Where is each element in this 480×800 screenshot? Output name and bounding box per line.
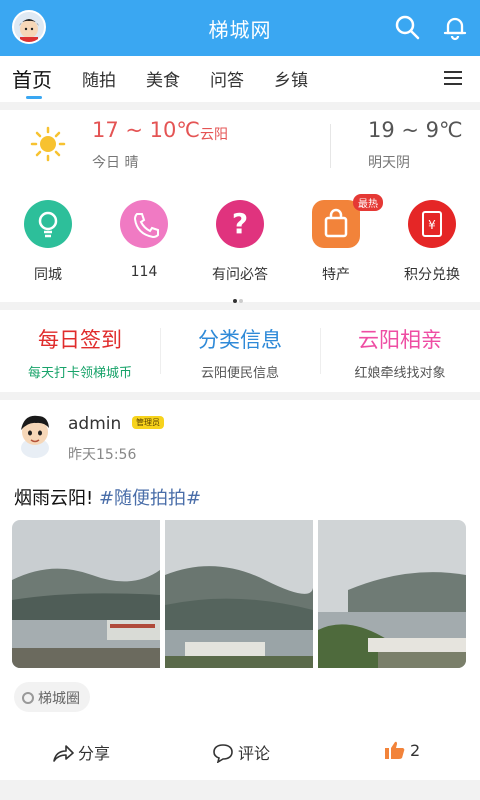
lightbulb-icon: [24, 200, 72, 248]
weather-divider: [330, 124, 331, 168]
share-button[interactable]: 分享: [52, 740, 110, 764]
menu-icon[interactable]: [444, 70, 464, 86]
service-title: 每日签到: [38, 328, 122, 352]
weather-city: 云阳: [200, 127, 228, 143]
shortcut-label: 有问必答: [212, 267, 268, 283]
service-entries: 每日签到 每天打卡领梯城币 分类信息 云阳便民信息 云阳相亲 红娘牵线找对象: [0, 310, 480, 392]
classified-info[interactable]: 分类信息 云阳便民信息: [160, 324, 320, 381]
category-tabs: 首页 随拍 美食 问答 乡镇: [0, 56, 480, 102]
tab-food[interactable]: 美食: [146, 66, 180, 91]
shortcut-qa[interactable]: ? 有问必答: [200, 200, 280, 284]
author-avatar[interactable]: [14, 410, 56, 458]
circle-icon: [22, 692, 34, 704]
comment-label: 评论: [238, 744, 271, 763]
shortcut-label: 同城: [34, 267, 62, 283]
shortcut-points[interactable]: ¥ 积分兑换: [392, 200, 472, 284]
active-tab-indicator: [26, 96, 42, 99]
daily-checkin[interactable]: 每日签到 每天打卡领梯城币: [0, 324, 160, 381]
hot-badge: 最热: [353, 194, 383, 211]
shortcut-label: 积分兑换: [404, 267, 460, 283]
app-header: 梯城网: [0, 0, 480, 56]
post-photo[interactable]: [12, 520, 160, 668]
bell-icon[interactable]: [440, 12, 470, 42]
post-text[interactable]: 烟雨云阳! #随便拍拍#: [14, 484, 201, 510]
admin-badge: 管理员: [132, 416, 164, 429]
shortcut-label: 114: [130, 264, 158, 280]
shortcut-grid: 同城 114 ? 有问必答 特产 ¥ 积分兑换: [0, 184, 480, 302]
tomorrow-temperature: 19 ~ 9℃: [368, 118, 463, 142]
share-label: 分享: [78, 744, 111, 763]
post-time: 昨天15:56: [68, 447, 137, 463]
service-title: 分类信息: [198, 328, 282, 352]
shortcut-specialty[interactable]: 特产: [296, 200, 376, 284]
like-button[interactable]: 2: [384, 740, 420, 760]
page-indicator: [232, 288, 244, 307]
phone-icon: [120, 200, 168, 248]
tomorrow-weather: 明天阴: [368, 155, 410, 171]
tab-qa[interactable]: 问答: [210, 66, 244, 91]
post-photo[interactable]: [165, 520, 313, 668]
tab-home[interactable]: 首页: [12, 64, 52, 93]
red-envelope-icon: ¥: [408, 200, 456, 248]
service-subtitle: 云阳便民信息: [200, 366, 279, 381]
question-icon: ?: [216, 200, 264, 248]
comment-icon: [213, 744, 233, 764]
shortcut-114[interactable]: 114: [104, 200, 184, 280]
post-body: 烟雨云阳!: [14, 488, 99, 509]
comment-button[interactable]: 评论: [212, 740, 270, 764]
circle-tag-label: 梯城圈: [38, 691, 80, 707]
weather-card[interactable]: 17 ~ 10℃ 云阳 今日 晴 19 ~ 9℃ 明天阴: [0, 110, 480, 184]
shortcut-label: 特产: [322, 267, 350, 283]
svg-text:¥: ¥: [428, 218, 436, 232]
sunny-icon: [30, 126, 66, 162]
post-hashtag[interactable]: #随便拍拍#: [99, 488, 201, 509]
search-icon[interactable]: [392, 12, 422, 42]
feed-post: admin 管理员 昨天15:56 烟雨云阳! #随便拍拍# 梯城圈 分享 评论…: [0, 400, 480, 780]
like-count: 2: [410, 741, 421, 760]
circle-tag[interactable]: 梯城圈: [14, 682, 90, 712]
share-icon: [53, 745, 74, 762]
tab-towns[interactable]: 乡镇: [274, 66, 308, 91]
service-subtitle: 红娘牵线找对象: [354, 366, 446, 381]
today-temperature: 17 ~ 10℃: [92, 118, 200, 142]
today-weather: 今日 晴: [92, 155, 139, 171]
thumbs-up-icon: [385, 741, 405, 759]
author-name[interactable]: admin: [68, 414, 121, 434]
service-subtitle: 每天打卡领梯城币: [27, 366, 132, 381]
svg-text:?: ?: [232, 207, 248, 240]
matchmaking[interactable]: 云阳相亲 红娘牵线找对象: [320, 324, 480, 381]
tab-snapshots[interactable]: 随拍: [82, 66, 116, 91]
shopping-bag-icon: [312, 200, 360, 248]
post-photo[interactable]: [318, 520, 466, 668]
shortcut-local[interactable]: 同城: [8, 200, 88, 284]
service-title: 云阳相亲: [358, 328, 442, 352]
